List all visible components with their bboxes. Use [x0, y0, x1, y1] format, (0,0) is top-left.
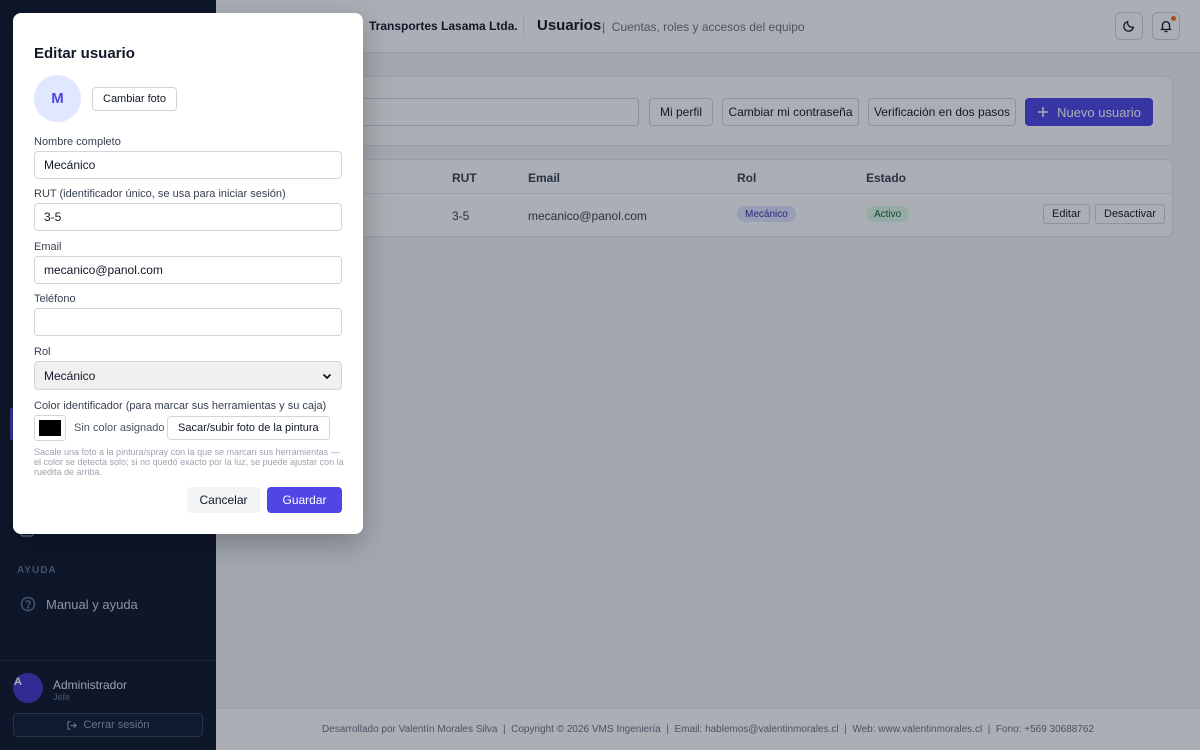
full-name-input[interactable]: [34, 151, 342, 179]
chevron-down-icon: [322, 373, 332, 379]
rut-input[interactable]: [34, 203, 342, 231]
modal-title: Editar usuario: [34, 45, 135, 62]
email-label: Email: [34, 241, 62, 253]
email-field[interactable]: [34, 256, 342, 284]
cancel-button[interactable]: Cancelar: [187, 487, 260, 513]
role-select[interactable]: Mecánico: [34, 361, 342, 390]
save-button[interactable]: Guardar: [267, 487, 342, 513]
full-name-label: Nombre completo: [34, 136, 121, 148]
edit-user-modal: Editar usuario M Cambiar foto Nombre com…: [13, 13, 363, 534]
paint-photo-button[interactable]: Sacar/subir foto de la pintura: [167, 416, 330, 440]
no-color-text: Sin color asignado: [74, 422, 165, 434]
color-help-text: Sacale una foto a la pintura/spray con l…: [34, 447, 344, 477]
color-label: Color identificador (para marcar sus her…: [34, 400, 327, 412]
rut-label: RUT (identificador único, se usa para in…: [34, 188, 286, 200]
color-swatch: [39, 420, 61, 436]
phone-label: Teléfono: [34, 293, 76, 305]
role-select-value: Mecánico: [44, 368, 96, 383]
user-avatar: M: [34, 75, 81, 122]
color-picker[interactable]: [34, 415, 66, 441]
role-label: Rol: [34, 346, 51, 358]
phone-input[interactable]: [34, 308, 342, 336]
change-photo-button[interactable]: Cambiar foto: [92, 87, 177, 111]
